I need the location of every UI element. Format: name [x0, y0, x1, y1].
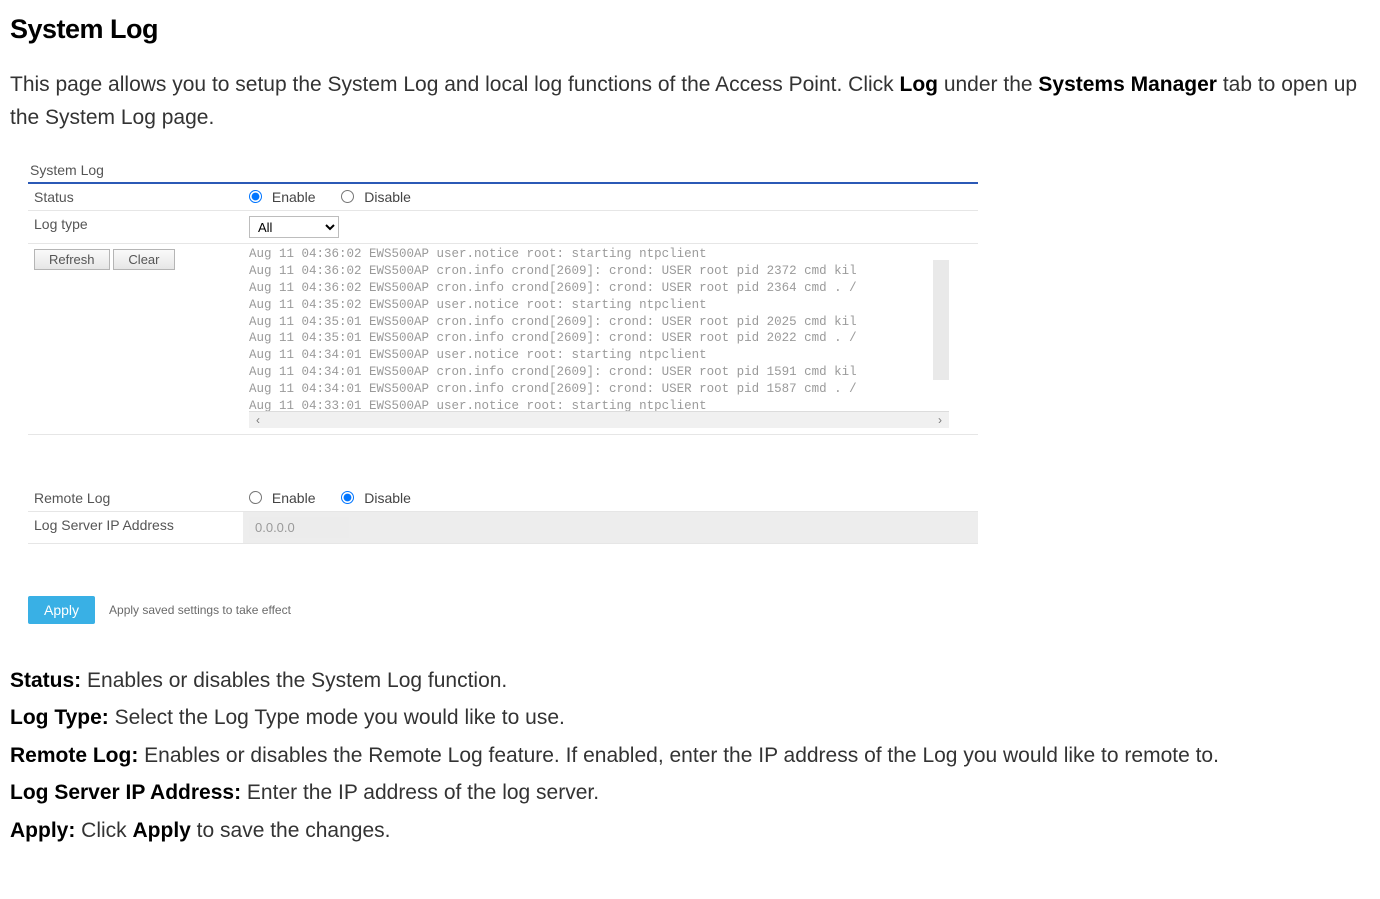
- refresh-button[interactable]: Refresh: [34, 249, 110, 270]
- def-ip-label: Log Server IP Address:: [10, 781, 241, 804]
- page-title: System Log: [10, 14, 1370, 45]
- log-line: Aug 11 04:34:01 EWS500AP cron.info crond…: [249, 382, 857, 396]
- intro-bold-log: Log: [900, 73, 938, 96]
- log-line: Aug 11 04:34:01 EWS500AP user.notice roo…: [249, 348, 707, 362]
- def-apply-post: to save the changes.: [191, 819, 391, 842]
- def-status: Status: Enables or disables the System L…: [10, 664, 1370, 698]
- def-logtype: Log Type: Select the Log Type mode you w…: [10, 701, 1370, 735]
- def-status-text: Enables or disables the System Log funct…: [81, 669, 507, 692]
- intro-text-1: This page allows you to setup the System…: [10, 73, 900, 96]
- system-log-table: Status Enable Disable Log type All: [28, 184, 978, 544]
- server-ip-input[interactable]: [249, 517, 349, 538]
- intro-text-2: under the: [938, 73, 1038, 96]
- def-remote-text: Enables or disables the Remote Log featu…: [138, 744, 1219, 767]
- status-disable-text: Disable: [364, 189, 411, 205]
- server-ip-row: Log Server IP Address: [28, 511, 978, 543]
- def-status-label: Status:: [10, 669, 81, 692]
- apply-note: Apply saved settings to take effect: [109, 603, 291, 617]
- status-disable-option[interactable]: Disable: [341, 189, 411, 205]
- spacer-row: [28, 435, 978, 485]
- logtype-label: Log type: [28, 211, 243, 244]
- server-ip-label: Log Server IP Address: [28, 511, 243, 543]
- status-enable-text: Enable: [272, 189, 316, 205]
- log-line: Aug 11 04:33:01 EWS500AP user.notice roo…: [249, 399, 707, 411]
- def-ip: Log Server IP Address: Enter the IP addr…: [10, 776, 1370, 810]
- def-remote-label: Remote Log:: [10, 744, 138, 767]
- log-line: Aug 11 04:36:02 EWS500AP cron.info crond…: [249, 264, 857, 278]
- remote-log-label: Remote Log: [28, 485, 243, 512]
- def-apply-pre: Click: [75, 819, 132, 842]
- log-line: Aug 11 04:36:02 EWS500AP user.notice roo…: [249, 247, 707, 261]
- log-vertical-scrollbar[interactable]: [933, 260, 949, 380]
- status-disable-radio[interactable]: [341, 190, 354, 203]
- status-label: Status: [28, 184, 243, 211]
- def-apply-bold: Apply: [133, 819, 191, 842]
- scroll-right-icon[interactable]: ›: [931, 412, 949, 429]
- remote-disable-option[interactable]: Disable: [341, 490, 411, 506]
- def-remote: Remote Log: Enables or disables the Remo…: [10, 739, 1370, 773]
- remote-disable-radio[interactable]: [341, 491, 354, 504]
- status-enable-radio[interactable]: [249, 190, 262, 203]
- logtype-row: Log type All: [28, 211, 978, 244]
- remote-log-row: Remote Log Enable Disable: [28, 485, 978, 512]
- remote-enable-option[interactable]: Enable: [249, 490, 319, 506]
- def-logtype-text: Select the Log Type mode you would like …: [109, 706, 565, 729]
- remote-disable-text: Disable: [364, 490, 411, 506]
- def-ip-text: Enter the IP address of the log server.: [241, 781, 599, 804]
- status-row: Status Enable Disable: [28, 184, 978, 211]
- def-apply-label: Apply:: [10, 819, 75, 842]
- definitions-block: Status: Enables or disables the System L…: [10, 664, 1370, 848]
- apply-button[interactable]: Apply: [28, 596, 95, 624]
- remote-enable-radio[interactable]: [249, 491, 262, 504]
- log-line: Aug 11 04:35:01 EWS500AP cron.info crond…: [249, 331, 857, 345]
- logtype-select[interactable]: All: [249, 216, 339, 238]
- panel-section-title: System Log: [28, 162, 978, 182]
- settings-panel: System Log Status Enable Disable Log typ…: [28, 162, 978, 624]
- intro-bold-sysmgr: Systems Manager: [1038, 73, 1217, 96]
- log-line: Aug 11 04:35:01 EWS500AP cron.info crond…: [249, 315, 857, 329]
- clear-button[interactable]: Clear: [113, 249, 174, 270]
- log-content-row: Refresh Clear Aug 11 04:36:02 EWS500AP u…: [28, 244, 978, 435]
- log-line: Aug 11 04:36:02 EWS500AP cron.info crond…: [249, 281, 857, 295]
- remote-enable-text: Enable: [272, 490, 316, 506]
- log-horizontal-scrollbar[interactable]: ‹ ›: [249, 411, 949, 428]
- scroll-left-icon[interactable]: ‹: [249, 412, 267, 429]
- status-enable-option[interactable]: Enable: [249, 189, 319, 205]
- log-output-box[interactable]: Aug 11 04:36:02 EWS500AP user.notice roo…: [249, 246, 949, 411]
- def-apply: Apply: Click Apply to save the changes.: [10, 814, 1370, 848]
- def-logtype-label: Log Type:: [10, 706, 109, 729]
- intro-paragraph: This page allows you to setup the System…: [10, 69, 1370, 134]
- log-line: Aug 11 04:35:02 EWS500AP user.notice roo…: [249, 298, 707, 312]
- log-line: Aug 11 04:34:01 EWS500AP cron.info crond…: [249, 365, 857, 379]
